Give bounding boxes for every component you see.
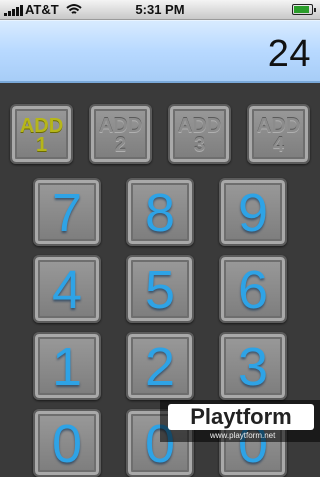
add-3-label: ADD 3 bbox=[177, 115, 222, 156]
add-1-button[interactable]: ADD 1 bbox=[10, 104, 73, 164]
digit-7-button[interactable]: 7 bbox=[33, 178, 101, 246]
digit-6-button[interactable]: 6 bbox=[219, 255, 287, 323]
add-2-label: ADD 2 bbox=[98, 115, 143, 156]
digit-3-button[interactable]: 3 bbox=[219, 332, 287, 400]
battery-icon bbox=[292, 4, 316, 15]
add-4-label: ADD 4 bbox=[256, 115, 301, 156]
display-value: 24 bbox=[267, 33, 311, 75]
digit-2-button[interactable]: 2 bbox=[126, 332, 194, 400]
clock-time: 5:31 PM bbox=[135, 2, 185, 17]
digit-0-button[interactable]: 0 bbox=[33, 409, 101, 477]
watermark-url: www.playtform.net bbox=[210, 431, 276, 440]
digit-5-button[interactable]: 5 bbox=[126, 255, 194, 323]
add-1-label: ADD 1 bbox=[19, 115, 64, 156]
add-2-button[interactable]: ADD 2 bbox=[89, 104, 152, 164]
digit-8-button[interactable]: 8 bbox=[126, 178, 194, 246]
watermark-logo: Playtform bbox=[168, 404, 314, 430]
digit-9-button[interactable]: 9 bbox=[219, 178, 287, 246]
status-bar: AT&T 5:31 PM bbox=[0, 0, 320, 20]
add-4-button[interactable]: ADD 4 bbox=[247, 104, 310, 164]
digit-1-button[interactable]: 1 bbox=[33, 332, 101, 400]
digit-4-button[interactable]: 4 bbox=[33, 255, 101, 323]
number-display: 24 bbox=[0, 20, 320, 83]
add-3-button[interactable]: ADD 3 bbox=[168, 104, 231, 164]
